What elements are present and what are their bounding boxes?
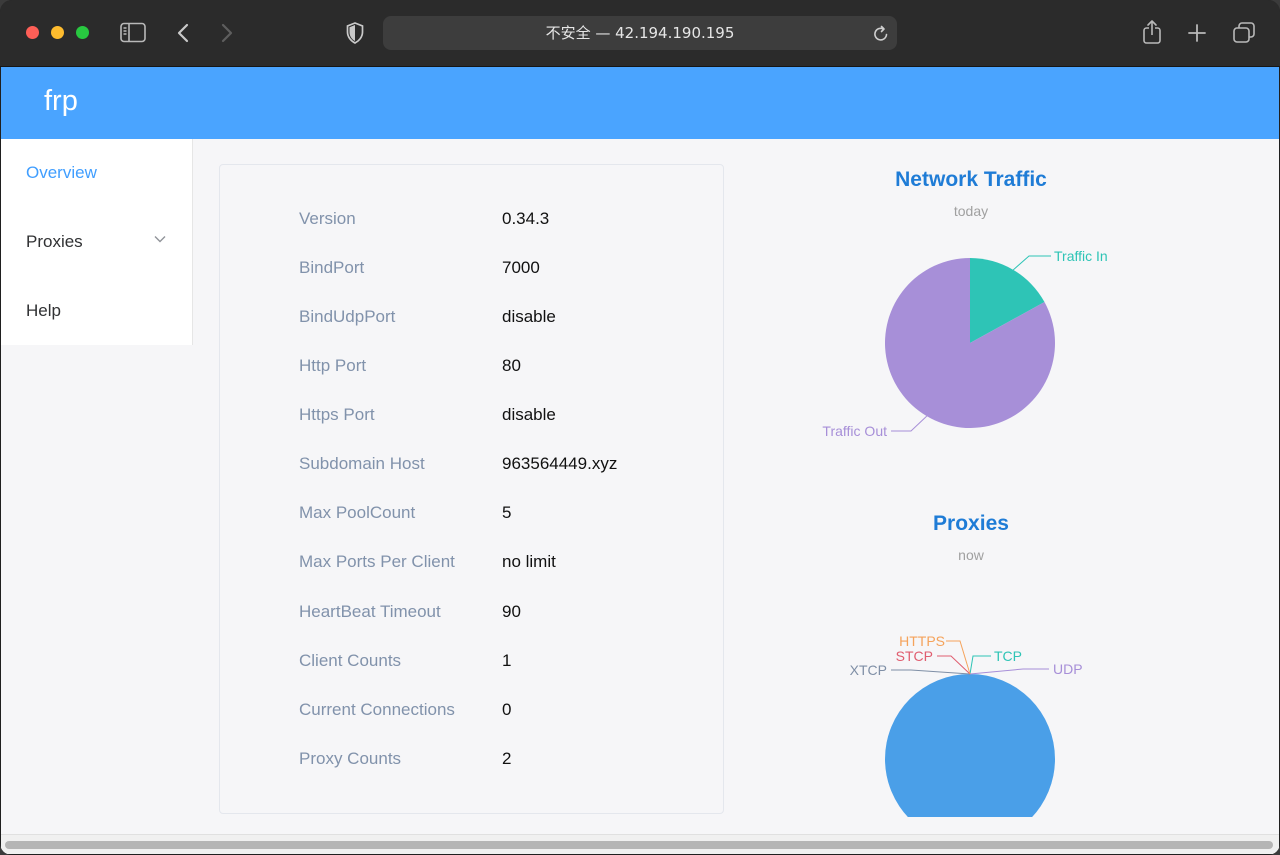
- proxies-chart: Proxies now TCPUDPHTTPXTCPSTCPHTTPS: [761, 507, 1181, 817]
- info-key: Https Port: [299, 405, 375, 424]
- pie-label-tcp: TCP: [994, 648, 1022, 664]
- info-value: 90: [502, 602, 521, 621]
- chart-title: Network Traffic: [895, 168, 1047, 191]
- label-line-udp: [969, 668, 1049, 675]
- info-row-version: Version 0.34.3: [220, 204, 723, 234]
- label-line-traffic-in: [1012, 255, 1051, 271]
- address-bar[interactable]: 不安全 — 42.194.190.195: [383, 16, 897, 50]
- info-key: BindPort: [299, 258, 365, 277]
- info-row-heartbeat-timeout: HeartBeat Timeout 90: [220, 597, 723, 627]
- info-row-max-pool-count: Max PoolCount 5: [220, 498, 723, 528]
- pie-label-https: HTTPS: [899, 633, 945, 649]
- chart-subtitle: today: [953, 203, 989, 219]
- info-row-current-connections: Current Connections 0: [220, 695, 723, 725]
- pie-slice-http[interactable]: [885, 674, 1055, 817]
- info-row-max-ports-per-client: Max Ports Per Client no limit: [220, 547, 723, 577]
- info-value: no limit: [502, 552, 556, 571]
- info-row-bind-udp-port: BindUdpPort disable: [220, 302, 723, 332]
- pie-label-traffic-out: Traffic Out: [822, 423, 887, 439]
- info-key: Current Connections: [299, 700, 455, 719]
- info-value: disable: [502, 405, 556, 424]
- info-key: BindUdpPort: [299, 307, 396, 326]
- info-key: HeartBeat Timeout: [299, 602, 441, 621]
- pie-label-xtcp: XTCP: [850, 662, 887, 678]
- chart-subtitle: now: [958, 547, 984, 563]
- label-line-tcp: [969, 655, 991, 675]
- info-value: 0: [502, 700, 512, 719]
- info-value: 963564449.xyz: [502, 454, 618, 473]
- network-traffic-chart: Network Traffic today Traffic In Traffic …: [761, 163, 1181, 453]
- sidebar-item-overview[interactable]: Overview: [1, 145, 192, 201]
- sidebar-item-label: Help: [26, 301, 61, 320]
- label-line-traffic-out: [891, 415, 928, 432]
- info-value: 5: [502, 503, 512, 522]
- label-line-https: [946, 640, 971, 675]
- info-row-client-counts: Client Counts 1: [220, 646, 723, 676]
- minimize-window-button[interactable]: [51, 26, 64, 39]
- info-row-bind-port: BindPort 7000: [220, 253, 723, 283]
- tab-overview-icon[interactable]: [1232, 21, 1256, 44]
- page-content: frp Overview Proxies Help Version 0.34.3: [1, 67, 1279, 854]
- info-row-subdomain-host: Subdomain Host 963564449.xyz: [220, 449, 723, 479]
- chart-title: Proxies: [933, 512, 1009, 535]
- sidebar-menu: Overview Proxies Help: [1, 139, 193, 345]
- info-value: 1: [502, 651, 512, 670]
- sidebar-item-label: Overview: [26, 163, 97, 182]
- scrollbar-thumb[interactable]: [5, 841, 1273, 849]
- info-row-http-port: Http Port 80: [220, 351, 723, 381]
- new-tab-icon[interactable]: [1187, 23, 1207, 43]
- server-info-card: Version 0.34.3 BindPort 7000 BindUdpPort…: [219, 164, 724, 814]
- traffic-pie-svg: Traffic In Traffic Out: [822, 248, 1108, 439]
- label-line-xtcp: [891, 669, 971, 675]
- info-key: Subdomain Host: [299, 454, 425, 473]
- sidebar-toggle-icon[interactable]: [120, 22, 147, 43]
- chevron-down-icon: [154, 236, 166, 243]
- pie-label-traffic-in: Traffic In: [1054, 248, 1108, 264]
- info-value: disable: [502, 307, 556, 326]
- proxies-pie-svg: TCPUDPHTTPXTCPSTCPHTTPS: [850, 633, 1083, 817]
- info-row-proxy-counts: Proxy Counts 2: [220, 744, 723, 774]
- info-key: Http Port: [299, 356, 367, 375]
- info-key: Client Counts: [299, 651, 402, 670]
- info-key: Version: [299, 209, 356, 228]
- sidebar-item-proxies[interactable]: Proxies: [1, 214, 192, 270]
- sidebar-item-help[interactable]: Help: [1, 283, 192, 339]
- info-value: 0.34.3: [502, 209, 550, 228]
- reload-icon[interactable]: [873, 25, 889, 42]
- address-text: 不安全 — 42.194.190.195: [545, 24, 735, 42]
- pie-label-udp: UDP: [1053, 661, 1083, 677]
- browser-toolbar: 不安全 — 42.194.190.195: [0, 0, 1280, 67]
- brand-logo[interactable]: frp: [44, 81, 78, 121]
- privacy-shield-icon[interactable]: [346, 22, 364, 44]
- info-row-https-port: Https Port disable: [220, 400, 723, 430]
- pie-label-stcp: STCP: [896, 648, 933, 664]
- info-value: 7000: [502, 258, 540, 277]
- back-icon[interactable]: [176, 23, 190, 43]
- close-window-button[interactable]: [26, 26, 39, 39]
- sidebar-item-label: Proxies: [26, 232, 83, 251]
- browser-window: 不安全 — 42.194.190.195 frp Overview Proxie…: [0, 0, 1280, 855]
- share-icon[interactable]: [1142, 19, 1162, 45]
- zoom-window-button[interactable]: [76, 26, 89, 39]
- info-key: Proxy Counts: [299, 749, 402, 768]
- app-header: frp: [1, 67, 1279, 139]
- forward-icon[interactable]: [220, 23, 234, 43]
- info-key: Max PoolCount: [299, 503, 416, 522]
- info-value: 80: [502, 356, 521, 375]
- horizontal-scrollbar[interactable]: [1, 834, 1279, 854]
- info-key: Max Ports Per Client: [299, 552, 455, 571]
- info-value: 2: [502, 749, 512, 768]
